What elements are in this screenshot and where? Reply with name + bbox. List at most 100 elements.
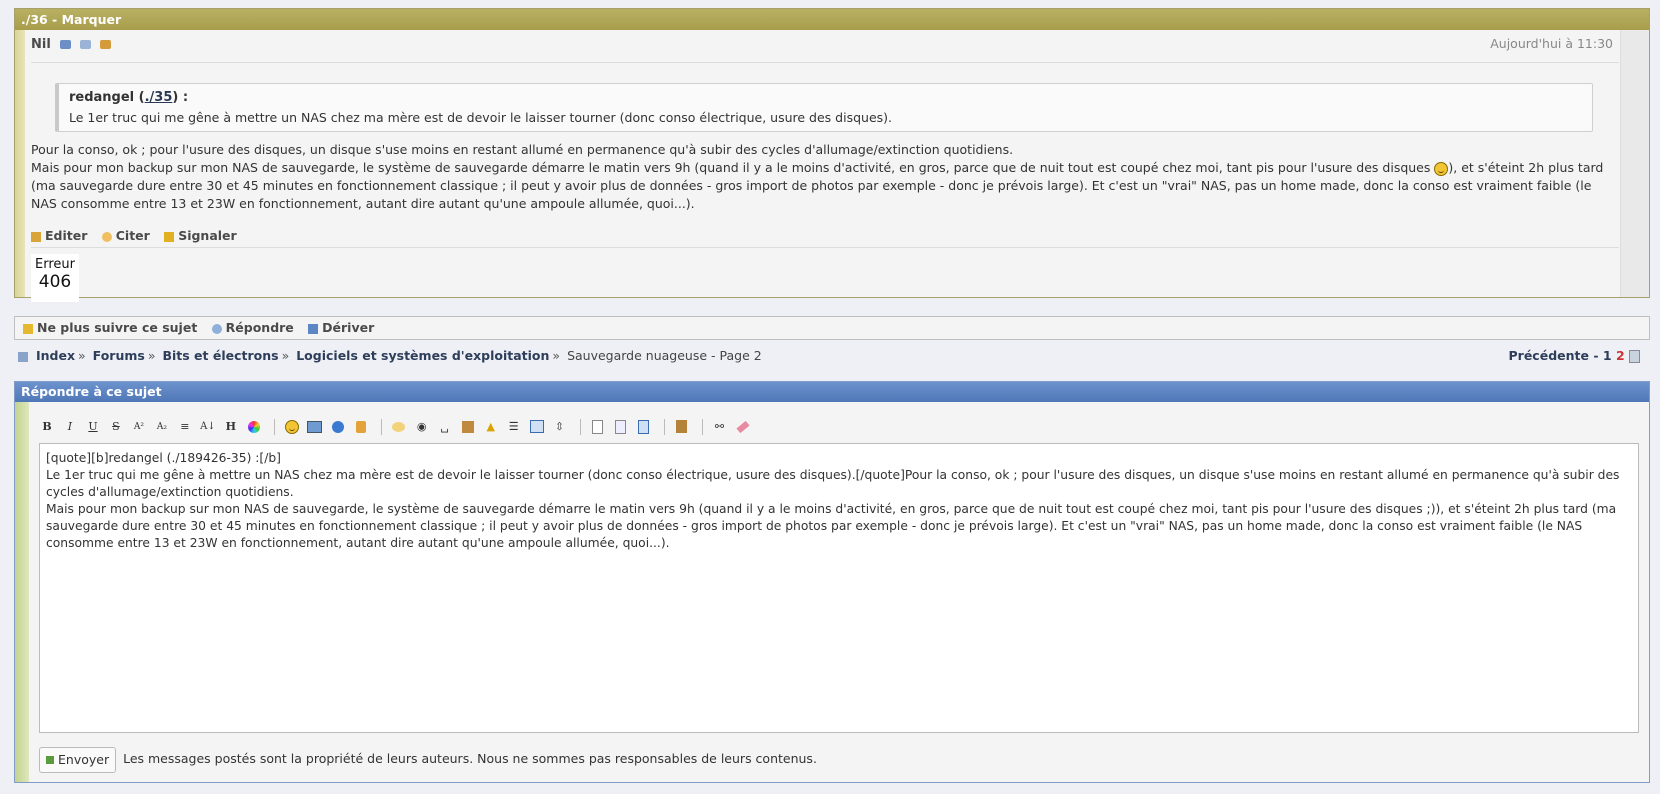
subscript-button[interactable]: A₂ <box>154 419 170 435</box>
align-icon: ≡ <box>180 419 190 433</box>
smiley-button[interactable] <box>284 419 300 435</box>
quote-prefix: ( <box>134 90 145 105</box>
post-author[interactable]: Nil <box>31 37 51 52</box>
preview-icon <box>638 419 650 434</box>
unfollow-label: Ne plus suivre ce sujet <box>37 320 198 335</box>
report-label: Signaler <box>178 228 237 243</box>
underline-button[interactable]: U <box>85 419 101 435</box>
code-icon <box>615 419 627 434</box>
toolbar-separator <box>273 418 275 435</box>
toolbar-separator <box>380 418 382 435</box>
smiley-icon <box>284 419 299 434</box>
breadcrumb-item-category[interactable]: Bits et électrons <box>162 348 278 363</box>
quote-button[interactable]: Citer <box>101 228 150 243</box>
speech-bubble-icon <box>101 231 112 242</box>
strike-button[interactable]: S <box>108 419 124 435</box>
image-icon <box>307 420 323 433</box>
font-size-button[interactable]: A↓ <box>200 419 216 435</box>
heading-button[interactable]: H <box>223 419 239 435</box>
unfollow-button[interactable]: Ne plus suivre ce sujet <box>23 320 197 335</box>
current-page: 2 <box>1615 348 1625 363</box>
code-button[interactable] <box>613 419 629 435</box>
sitemap-icon <box>18 351 28 362</box>
pages-icon[interactable] <box>1629 350 1640 363</box>
post-right-strip <box>1620 30 1649 297</box>
color-wheel-icon <box>247 420 260 433</box>
wink-smiley-icon <box>1434 161 1449 176</box>
reply-left-strip <box>15 402 29 782</box>
table-button[interactable] <box>529 419 545 435</box>
quote-link[interactable]: ./35 <box>145 90 173 105</box>
message-icon[interactable] <box>99 40 111 49</box>
reply-button[interactable]: Répondre <box>211 320 294 335</box>
space-button[interactable]: ␣ <box>437 419 453 435</box>
breadcrumb-item-subforum[interactable]: Logiciels et systèmes d'exploitation <box>296 348 549 363</box>
quote-block: redangel (./35) : Le 1er truc qui me gên… <box>55 83 1593 132</box>
error-image: Erreur 406 <box>31 254 79 302</box>
toolbar-separator <box>663 418 665 435</box>
superscript-button[interactable]: A² <box>131 419 147 435</box>
flag-icon <box>164 231 175 242</box>
edit-label: Editer <box>45 228 88 243</box>
eraser-icon <box>735 420 750 433</box>
toolbar-separator <box>701 418 703 435</box>
editor-toolbar: B I U S A² A₂ ≡ A↓ H ◉ ␣ ▲ ☰ ⇳ ⚯ <box>39 418 754 440</box>
derive-button[interactable]: Dériver <box>308 320 374 335</box>
unlink-icon: ⚯ <box>714 419 725 433</box>
post-title[interactable]: ./36 - Marquer <box>15 9 1649 30</box>
unlink-button[interactable]: ⚯ <box>712 419 728 435</box>
send-label: Envoyer <box>58 751 110 767</box>
post-actions: Editer Citer Signaler <box>31 225 1619 248</box>
list-icon: ☰ <box>508 419 519 433</box>
report-button[interactable]: Signaler <box>164 228 237 243</box>
prev-page-link[interactable]: Précédente <box>1509 348 1589 363</box>
clipboard-icon <box>676 420 688 433</box>
breadcrumb-separator: » <box>281 348 290 363</box>
derive-label: Dériver <box>322 320 375 335</box>
toolbar-separator <box>579 418 581 435</box>
quote-insert-button[interactable] <box>391 419 407 435</box>
box-button[interactable] <box>460 419 476 435</box>
share-icon <box>308 323 319 334</box>
document-icon <box>592 419 604 434</box>
breadcrumb-current: Sauvegarde nuageuse - Page 2 <box>567 348 762 363</box>
speech-bubble-icon <box>392 421 406 432</box>
quote-label: Citer <box>115 228 150 243</box>
align-button[interactable]: ≡ <box>177 419 193 435</box>
list-button[interactable]: ☰ <box>506 419 522 435</box>
message-textarea[interactable] <box>39 443 1639 733</box>
preview-button[interactable] <box>636 419 652 435</box>
post-date: Aujourd'hui à 11:30 <box>1490 36 1613 51</box>
reply-label: Répondre <box>225 320 294 335</box>
profile-icon[interactable] <box>59 40 71 49</box>
page-1-link[interactable]: 1 <box>1603 348 1612 363</box>
pencil-icon <box>31 231 41 242</box>
email-button[interactable] <box>353 419 369 435</box>
edit-button[interactable]: Editer <box>31 228 87 243</box>
breadcrumb-separator: » <box>147 348 156 363</box>
horizontal-rule-button[interactable]: ⇳ <box>552 419 568 435</box>
breadcrumb-separator: » <box>78 348 86 363</box>
send-icon <box>46 756 54 764</box>
post-body-line: Pour la conso, ok ; pour l'usure des dis… <box>31 142 1014 157</box>
bold-button[interactable]: B <box>39 419 55 435</box>
image-button[interactable] <box>307 419 323 435</box>
warning-button[interactable]: ▲ <box>483 419 499 435</box>
topic-actions-bar: Ne plus suivre ce sujet Répondre Dériver <box>14 316 1650 340</box>
quote-header: redangel (./35) : <box>69 90 1582 105</box>
quote-suffix: ) : <box>172 90 189 105</box>
breadcrumb-separator: » <box>552 348 561 363</box>
star-icon <box>23 323 33 334</box>
id-card-icon[interactable] <box>79 40 91 49</box>
eraser-button[interactable] <box>735 419 751 435</box>
breadcrumb-item-index[interactable]: Index <box>36 348 75 363</box>
breadcrumb-item-forums[interactable]: Forums <box>93 348 145 363</box>
color-button[interactable] <box>246 419 262 435</box>
link-button[interactable] <box>330 419 346 435</box>
italic-button[interactable]: I <box>62 419 78 435</box>
send-button[interactable]: Envoyer <box>39 746 117 773</box>
font-size-icon: A↓ <box>200 420 216 432</box>
paste-button[interactable] <box>674 419 690 435</box>
document-button[interactable] <box>590 419 606 435</box>
spoiler-button[interactable]: ◉ <box>414 419 430 435</box>
